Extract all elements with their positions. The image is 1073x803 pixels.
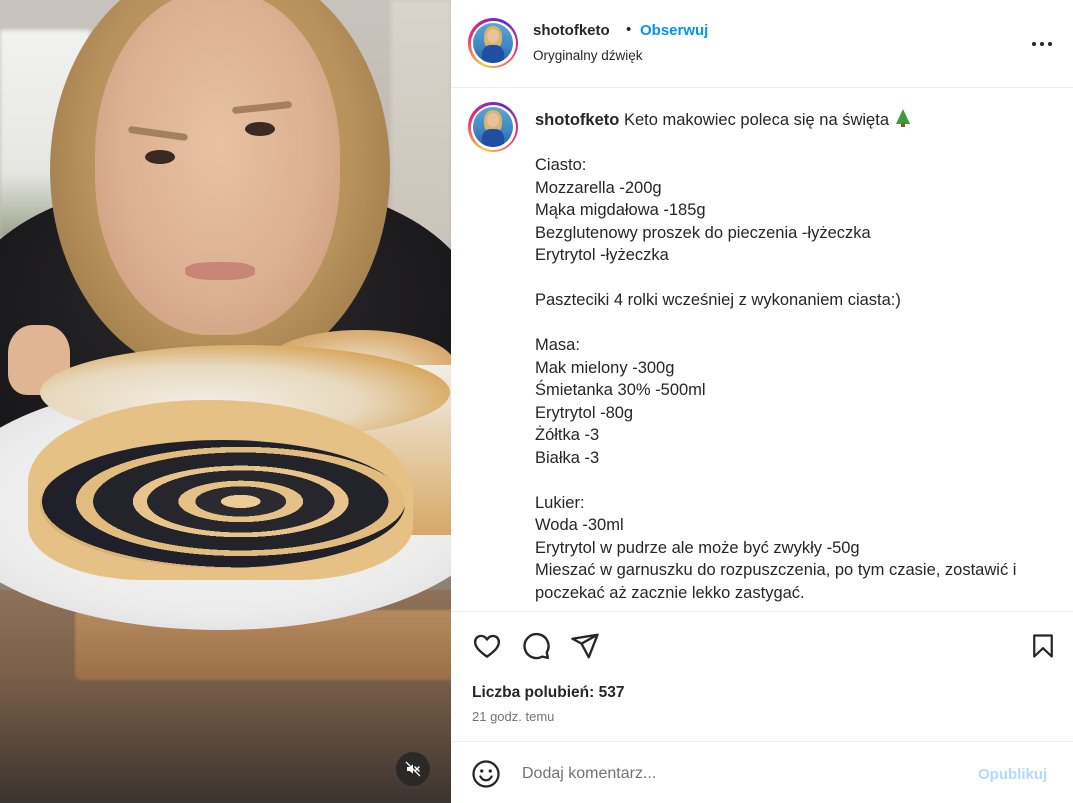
avatar[interactable] — [468, 18, 518, 68]
avatar-image — [473, 23, 513, 63]
caption-line: Masa: — [535, 336, 580, 354]
post-actions: Liczba polubień: 537 21 godz. temu — [451, 612, 1073, 742]
more-dots-icon — [1032, 42, 1036, 46]
post-media-video[interactable] — [0, 0, 451, 803]
caption-avatar[interactable] — [468, 102, 518, 152]
comment-input[interactable] — [522, 758, 952, 790]
avatar-head — [487, 113, 499, 127]
avatar-body — [482, 129, 504, 147]
person-right-eye — [245, 122, 275, 136]
caption-text: shotofketo Keto makowiec poleca się na ś… — [535, 109, 1050, 604]
likes-count[interactable]: Liczba polubień: 537 — [472, 684, 624, 702]
caption-line — [535, 267, 1050, 290]
caption-line: Erytrytol w pudrze ale może być zwykły -… — [535, 538, 860, 557]
more-dots-icon — [1048, 42, 1052, 46]
caption-username-link[interactable]: shotofketo — [535, 111, 619, 129]
header-username-link[interactable]: shotofketo — [533, 22, 610, 39]
more-dots-icon — [1040, 42, 1044, 46]
caption-line: Mozzarella -200g — [535, 178, 662, 197]
avatar-gap — [470, 20, 516, 66]
caption-line: Białka -3 — [535, 448, 600, 467]
bookmark-icon — [1033, 634, 1053, 658]
emoji-button[interactable] — [471, 759, 501, 789]
comment-bar: Opublikuj — [451, 742, 1073, 803]
caption-line — [535, 312, 1050, 335]
caption-line: Bezglutenowy proszek do pieczenia -łyżec… — [535, 223, 871, 242]
like-button[interactable] — [471, 630, 503, 662]
christmas-tree-icon — [895, 109, 910, 127]
audio-link[interactable]: Oryginalny dźwięk — [533, 48, 643, 63]
caption-title: Keto makowiec poleca się na święta — [623, 111, 889, 129]
separator-dot: • — [626, 21, 632, 38]
poppy-seed-roll-slice — [28, 400, 413, 580]
avatar-body — [482, 45, 504, 63]
caption-line: Mak mielony -300g — [535, 358, 675, 377]
caption-line: Mieszać w garnuszku do rozpuszczenia, po… — [535, 561, 1017, 602]
caption-section: shotofketo Keto makowiec poleca się na ś… — [451, 88, 1073, 612]
follow-button[interactable]: Obserwuj — [640, 22, 708, 39]
caption-line: Lukier: — [535, 493, 585, 512]
caption-line: Erytrytol -80g — [535, 403, 634, 422]
caption-line: Żółtka -3 — [535, 426, 600, 444]
caption-line: Mąka migdałowa -185g — [535, 201, 706, 219]
avatar-image — [473, 107, 513, 147]
caption-line: Paszteciki 4 rolki wcześniej z wykonanie… — [535, 291, 901, 309]
caption-line: Woda -30ml — [535, 516, 624, 534]
avatar-gap — [470, 104, 516, 150]
mute-button[interactable] — [396, 752, 430, 786]
caption-lines: Ciasto: Mozzarella -200g Mąka migdałowa -1… — [535, 132, 1050, 605]
post-header: shotofketo • Obserwuj Oryginalny dźwięk — [451, 0, 1073, 88]
poppy-seed-spiral — [40, 440, 405, 568]
save-button[interactable] — [1027, 630, 1059, 662]
post-timestamp[interactable]: 21 godz. temu — [472, 709, 554, 724]
more-options-button[interactable] — [1027, 34, 1057, 54]
comment-button[interactable] — [520, 630, 552, 662]
person-left-eye — [145, 150, 175, 164]
caption-line — [535, 132, 1050, 155]
share-button[interactable] — [569, 630, 601, 662]
post-detail-panel: shotofketo • Obserwuj Oryginalny dźwięk … — [451, 0, 1073, 803]
person-lips — [185, 262, 255, 280]
caption-line: Ciasto: — [535, 156, 587, 174]
caption-line: Śmietanka 30% -500ml — [535, 381, 706, 399]
publish-button[interactable]: Opublikuj — [978, 766, 1047, 783]
comment-bubble-icon — [523, 632, 550, 660]
speaker-muted-icon — [405, 761, 421, 777]
caption-line — [535, 469, 1050, 492]
heart-icon — [473, 634, 501, 658]
avatar-head — [487, 29, 499, 43]
paper-plane-icon — [571, 633, 599, 659]
caption-first-line: shotofketo Keto makowiec poleca się na ś… — [535, 109, 1050, 132]
smiley-icon — [472, 760, 500, 788]
person-face — [95, 0, 340, 335]
caption-line: Erytrytol -łyżeczka — [535, 246, 669, 264]
